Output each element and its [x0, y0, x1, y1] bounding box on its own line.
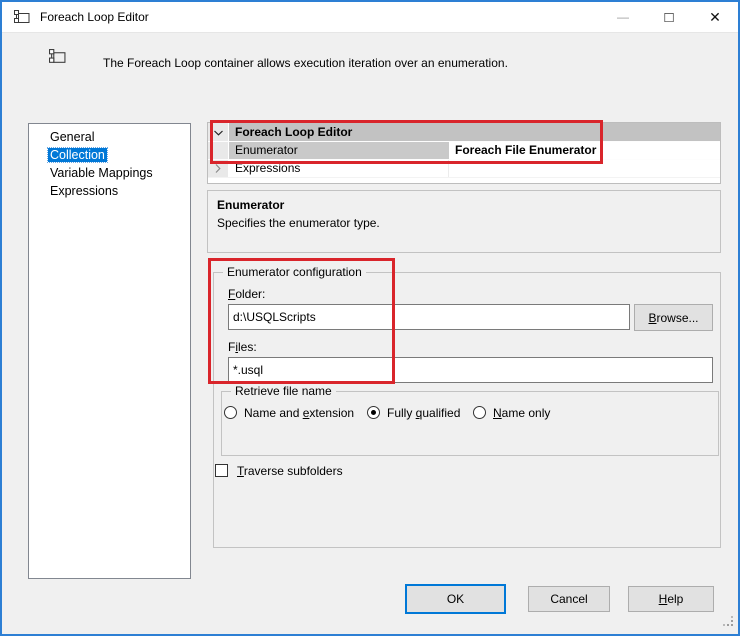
foreach-loop-editor-dialog: Foreach Loop Editor — □ ✕ The Foreach Lo… [0, 0, 740, 636]
sidebar-item-variable-mappings[interactable]: Variable Mappings [29, 164, 190, 182]
property-name: Expressions [229, 160, 449, 177]
title-bar[interactable]: Foreach Loop Editor — □ ✕ [2, 2, 738, 33]
sidebar-item-general[interactable]: General [29, 128, 190, 146]
retrieve-file-name-group: Retrieve file name [221, 384, 719, 456]
radio-selected-icon [367, 406, 380, 419]
sidebar-item-expressions[interactable]: Expressions [29, 182, 190, 200]
sidebar-item-collection[interactable]: Collection [29, 146, 190, 164]
pages-tree: General Collection Variable Mappings Exp… [28, 123, 191, 579]
folder-label: Folder: [228, 287, 266, 301]
retrieve-file-name-legend: Retrieve file name [231, 384, 336, 398]
property-row-expressions[interactable]: Expressions [208, 160, 720, 178]
files-input[interactable] [228, 357, 713, 383]
enumerator-configuration-legend: Enumerator configuration [223, 265, 366, 279]
property-description-panel: Enumerator Specifies the enumerator type… [207, 190, 721, 253]
radio-name-only[interactable]: Name only [473, 405, 550, 420]
radio-fully-qualified[interactable]: Fully qualified [367, 405, 460, 420]
close-icon[interactable]: ✕ [692, 2, 738, 32]
property-name: Enumerator [229, 142, 449, 159]
property-row-enumerator[interactable]: Enumerator Foreach File Enumerator [208, 142, 720, 160]
property-value-expressions[interactable] [449, 160, 720, 177]
files-label: Files: [228, 340, 257, 354]
foreach-loop-container-icon [14, 9, 30, 25]
checkbox-icon [215, 464, 228, 477]
property-grid-empty-area [208, 178, 720, 183]
radio-name-and-extension[interactable]: Name and extension [224, 405, 354, 420]
property-value-enumerator[interactable]: Foreach File Enumerator [449, 142, 720, 159]
ok-button[interactable]: OK [405, 584, 506, 614]
help-button[interactable]: Help [628, 586, 714, 612]
property-description-title: Enumerator [217, 198, 285, 212]
property-grid-category-row[interactable]: Foreach Loop Editor [208, 123, 720, 142]
minimize-icon[interactable]: — [600, 2, 646, 32]
property-grid-category-label: Foreach Loop Editor [229, 123, 720, 141]
dialog-header: The Foreach Loop container allows execut… [2, 34, 738, 96]
chevron-right-icon[interactable] [215, 162, 221, 176]
traverse-subfolders-checkbox[interactable]: Traverse subfolders [215, 463, 343, 478]
radio-icon [473, 406, 486, 419]
folder-input[interactable] [228, 304, 630, 330]
property-description-text: Specifies the enumerator type. [217, 216, 380, 230]
property-grid: Foreach Loop Editor Enumerator Foreach F… [207, 122, 721, 184]
dialog-description: The Foreach Loop container allows execut… [103, 56, 508, 70]
browse-button[interactable]: Browse... [634, 304, 713, 331]
window-controls: — □ ✕ [600, 2, 738, 32]
maximize-icon[interactable]: □ [646, 2, 692, 32]
cancel-button[interactable]: Cancel [528, 586, 610, 612]
foreach-loop-container-icon [49, 49, 66, 68]
window-title: Foreach Loop Editor [40, 10, 149, 24]
resize-grip-icon[interactable] [723, 615, 733, 629]
chevron-down-icon[interactable] [213, 125, 223, 139]
radio-icon [224, 406, 237, 419]
